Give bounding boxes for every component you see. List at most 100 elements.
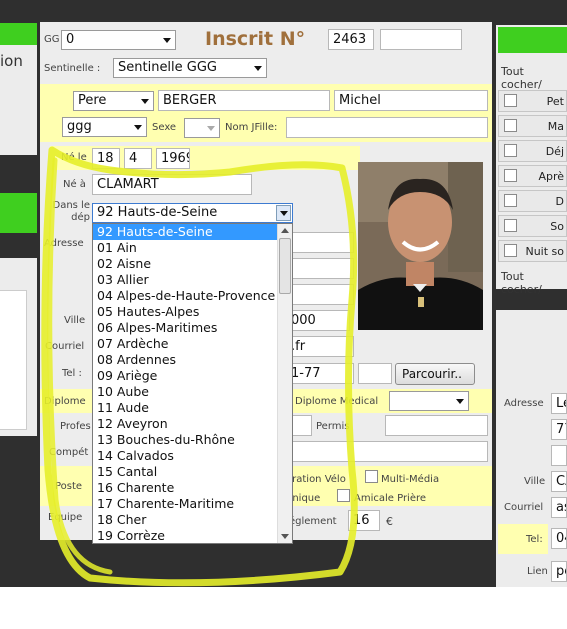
row-checkbox[interactable] [504, 219, 517, 232]
department-option[interactable]: 04 Alpes-de-Haute-Provence [93, 288, 277, 304]
department-option[interactable]: 11 Aude [93, 400, 277, 416]
department-option[interactable]: 18 Cher [93, 512, 277, 528]
row-checkbox[interactable] [504, 194, 517, 207]
right-extra-field[interactable] [551, 445, 567, 466]
tel-field[interactable]: 1-77 [286, 363, 354, 384]
row-checkbox[interactable] [504, 119, 517, 132]
amicale-label: Amicale Prière [354, 493, 427, 504]
department-option[interactable]: 02 Aisne [93, 256, 277, 272]
department-option[interactable]: 08 Ardennes [93, 352, 277, 368]
department-option[interactable]: 06 Alpes-Maritimes [93, 320, 277, 336]
poste-label: Poste [55, 481, 83, 492]
dropdown-scrollbar[interactable] [277, 224, 292, 543]
birth-month-field[interactable]: 4 [124, 148, 152, 169]
scroll-down-icon[interactable] [281, 534, 289, 539]
chevron-down-icon [134, 125, 142, 130]
sentinelle-select-value: Sentinelle GGG [118, 60, 218, 75]
tout-cocher-bottom[interactable]: Tout cocher/ [501, 270, 567, 296]
inscrit-number-field[interactable]: 2463 [328, 29, 374, 50]
department-option[interactable]: 01 Ain [93, 240, 277, 256]
profile-photo [358, 162, 483, 330]
right-ville-field[interactable]: CA [551, 471, 567, 492]
last-name-field[interactable]: BERGER [158, 90, 330, 111]
diplome-medical-select[interactable] [389, 391, 469, 411]
right-lien-field[interactable]: pè [551, 561, 567, 582]
currency-label: € [386, 515, 393, 528]
row-checkbox[interactable] [504, 169, 517, 182]
right-checkbox-row[interactable]: Ma [498, 115, 567, 137]
right-checkbox-row[interactable]: Aprè [498, 165, 567, 187]
right-checkbox-row[interactable]: Nuit so [498, 240, 567, 262]
department-option[interactable]: 92 Hauts-de-Seine [93, 224, 277, 240]
right-checkbox-row[interactable]: D [498, 190, 567, 212]
left-textarea[interactable] [0, 290, 27, 430]
right-courriel-field[interactable]: as [551, 497, 567, 518]
right-checkbox-row[interactable]: So [498, 215, 567, 237]
left-green-bar[interactable] [0, 193, 37, 233]
right-checkbox-row[interactable]: Pet [498, 90, 567, 112]
gg-select[interactable]: 0 [61, 30, 176, 50]
department-option[interactable]: 10 Aube [93, 384, 277, 400]
right-tel-field[interactable]: 04 [551, 528, 567, 549]
department-option[interactable]: 12 Aveyron [93, 416, 277, 432]
parcourir-button[interactable]: Parcourir.. [395, 363, 475, 385]
sentinelle-label: Sentinelle : [44, 63, 101, 74]
sexe-select[interactable] [184, 118, 220, 138]
row-checkbox[interactable] [504, 244, 517, 257]
ne-le-label: Né le [61, 152, 87, 163]
department-option[interactable]: 16 Charente [93, 480, 277, 496]
reglement-field[interactable]: 16 [348, 510, 380, 531]
department-option[interactable]: 19 Corrèze [93, 528, 277, 543]
civility-select[interactable]: Pere [73, 91, 154, 111]
tout-cocher-top[interactable]: Tout cocher/ [501, 65, 567, 91]
first-name-field[interactable]: Michel [334, 90, 488, 111]
civility-value: Pere [78, 93, 107, 108]
department-dropdown-list[interactable]: 92 Hauts-de-Seine 01 Ain 02 Aisne 03 Allier… [92, 223, 293, 544]
chevron-down-icon [207, 126, 215, 131]
sentinelle-select[interactable]: Sentinelle GGG [113, 58, 267, 78]
permis-field[interactable] [385, 415, 488, 436]
tel-extra-field[interactable] [358, 363, 392, 384]
right-lien-label: Lien [527, 566, 548, 577]
department-select[interactable]: 92 Hauts-de-Seine [92, 203, 293, 223]
right-checkbox-row[interactable]: Déj [498, 140, 567, 162]
department-option[interactable]: 14 Calvados [93, 448, 277, 464]
department-option[interactable]: 15 Cantal [93, 464, 277, 480]
profile-photo-image [358, 162, 483, 330]
scrollbar-thumb[interactable] [279, 238, 291, 294]
department-option[interactable]: 03 Allier [93, 272, 277, 288]
row-checkbox[interactable] [504, 144, 517, 157]
scroll-up-icon[interactable] [281, 228, 289, 233]
department-option[interactable]: 07 Ardèche [93, 336, 277, 352]
birth-place-field[interactable]: CLAMART [92, 174, 252, 195]
department-options: 92 Hauts-de-Seine 01 Ain 02 Aisne 03 Allier… [93, 224, 292, 543]
left-green-header [0, 23, 37, 45]
department-option[interactable]: 05 Hautes-Alpes [93, 304, 277, 320]
adresse-line1-field[interactable] [286, 232, 354, 253]
department-option[interactable]: 09 Ariège [93, 368, 277, 384]
nom-jfille-field[interactable] [286, 117, 488, 138]
reglement-label: églement [289, 516, 337, 527]
gg-select-value: 0 [66, 32, 75, 47]
right-number-field[interactable]: 77 [551, 419, 567, 440]
right-green-header [498, 27, 567, 53]
row-checkbox[interactable] [504, 94, 517, 107]
multimedia-checkbox[interactable] [365, 470, 378, 483]
birth-day-field[interactable]: 18 [92, 148, 120, 169]
inscrit-extra-field[interactable] [380, 29, 462, 50]
amicale-checkbox[interactable] [337, 489, 350, 502]
row-label: Pet [546, 95, 564, 108]
department-option[interactable]: 17 Charente-Maritime [93, 496, 277, 512]
competence-field[interactable] [286, 441, 488, 462]
right-adresse-field[interactable]: Le [551, 393, 567, 414]
group-select[interactable]: ggg [62, 117, 147, 137]
adresse-line2-field[interactable] [286, 258, 354, 279]
ville-label: Ville [64, 315, 86, 326]
adresse-line3-field[interactable] [286, 284, 354, 305]
courriel-field[interactable]: .fr [286, 336, 354, 357]
department-option[interactable]: 13 Bouches-du-Rhône [93, 432, 277, 448]
dans-le-dep-label: Dans le dép [52, 200, 91, 223]
birth-year-field[interactable]: 1969 [156, 148, 190, 169]
ville-field[interactable]: 000 [286, 310, 350, 331]
ne-a-label: Né à [63, 179, 86, 190]
